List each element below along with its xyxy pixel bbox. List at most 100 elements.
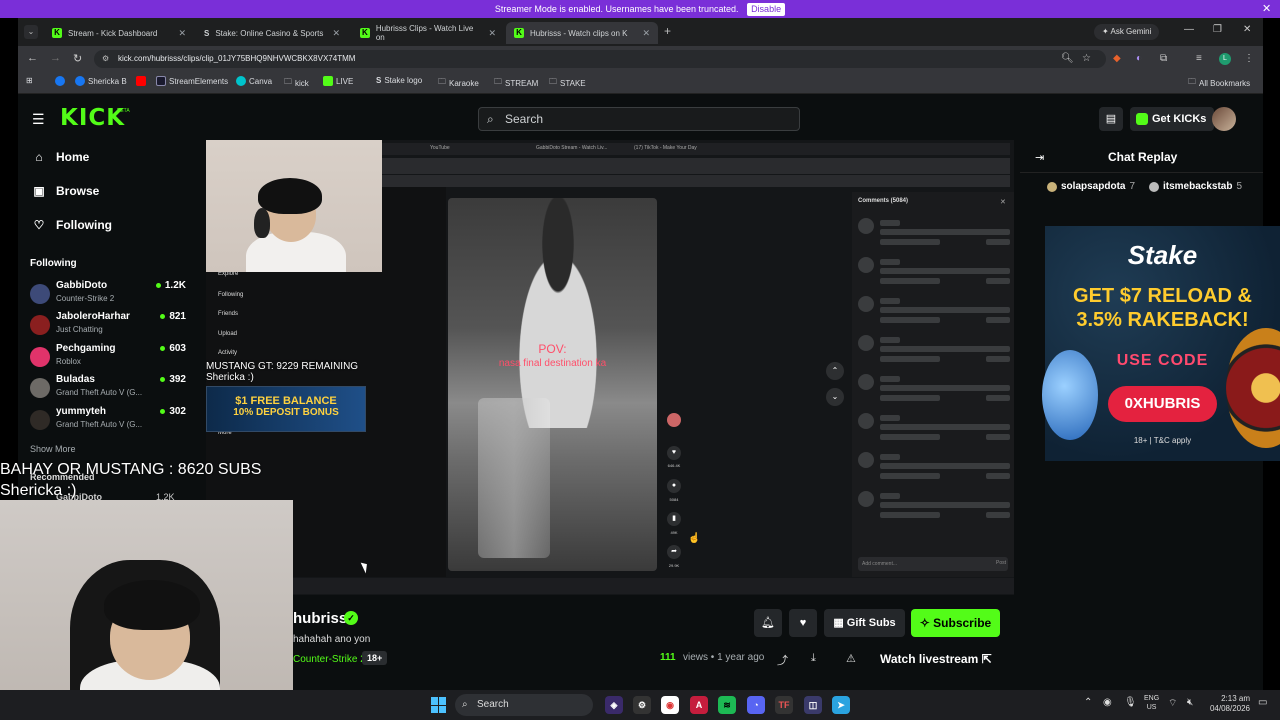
extension-icon[interactable]: ◐ — [1136, 53, 1142, 64]
gifter-count: 7 — [1129, 181, 1136, 192]
folder-icon: 🗀 — [1188, 77, 1196, 86]
new-tab-icon[interactable]: + — [664, 24, 671, 38]
followed-channel[interactable]: GabbiDoto Counter-Strike 2 1.2K — [28, 280, 190, 310]
kick-logo[interactable]: KICK — [60, 105, 125, 131]
zoom-icon[interactable]: 🔍︎ — [1061, 53, 1074, 64]
channel-category: Grand Theft Auto V (G... — [56, 388, 143, 397]
hamburger-menu-icon[interactable]: ☰ — [32, 111, 45, 128]
close-tab-icon[interactable]: ✕ — [642, 28, 650, 39]
ad-headline-1: GET $7 RELOAD & — [1073, 285, 1252, 307]
bookmark-label: Canva — [249, 76, 273, 86]
app-icon[interactable]: ◫ — [804, 696, 822, 714]
apps-grid-icon[interactable]: ⊞ — [26, 76, 33, 85]
reload-icon[interactable]: ↻ — [73, 52, 82, 65]
bookmark-stream[interactable]: 🗀 STREAM — [494, 76, 538, 90]
network-icon[interactable]: ⌔ — [1168, 697, 1177, 710]
tab-stake[interactable]: S Stake: Online Casino & Sports ✕ — [196, 22, 348, 44]
collapse-chat-icon[interactable]: ⇥ — [1035, 151, 1044, 164]
minimize-icon[interactable]: — — [1184, 24, 1194, 35]
channel-category: Just Chatting — [56, 325, 103, 334]
share-icon[interactable]: ⤴ — [777, 652, 788, 668]
bookmark-label: Karaoke — [449, 78, 479, 88]
close-icon[interactable]: ✕ — [1262, 0, 1274, 18]
followed-channel[interactable]: yummyteh Grand Theft Auto V (G... 302 — [28, 406, 190, 436]
ad-headline-2: 3.5% RAKEBACK! — [1076, 309, 1249, 331]
app-icon[interactable]: A — [690, 696, 708, 714]
nav-browse[interactable]: ▣ Browse — [32, 184, 99, 198]
tab-kick-dashboard[interactable]: K Stream - Kick Dashboard ✕ — [44, 22, 194, 44]
language-indicator[interactable]: ENG US — [1144, 694, 1159, 712]
bookmark-youtube-icon[interactable] — [136, 76, 146, 86]
search-input[interactable]: ⌕ Search — [478, 107, 800, 131]
back-icon[interactable]: ← — [27, 52, 38, 64]
download-icon[interactable]: ⤓ — [811, 652, 816, 665]
windows-start-icon[interactable] — [431, 697, 447, 713]
user-avatar[interactable] — [1212, 107, 1236, 131]
tray-overflow-icon[interactable]: ⌃ — [1084, 697, 1092, 708]
close-tab-icon[interactable]: ✕ — [332, 28, 340, 39]
close-tab-icon[interactable]: ✕ — [488, 28, 496, 39]
comment-text-placeholder — [986, 356, 1010, 362]
reading-list-icon[interactable]: ≡ — [1196, 53, 1202, 64]
close-window-icon[interactable]: ✕ — [1243, 24, 1251, 35]
watch-livestream-link[interactable]: Watch livestream ⇱ — [880, 652, 992, 666]
ask-gemini-button[interactable]: ✦ Ask Gemini — [1094, 24, 1160, 40]
bookmark-facebook-icon[interactable] — [55, 76, 65, 86]
tab-hubrisss-clip-active[interactable]: K Hubrisss - Watch clips on K ✕ — [506, 22, 658, 44]
notifications-icon[interactable]: ▭ — [1258, 697, 1267, 708]
get-kicks-button[interactable]: Get KICKs — [1130, 107, 1215, 131]
bookmark-canva[interactable]: Canva — [236, 76, 272, 86]
forward-icon[interactable]: → — [50, 52, 61, 64]
share-count: 29.9K — [668, 563, 680, 568]
tab-search-dropdown-icon[interactable]: ⌄ — [24, 25, 38, 39]
disable-streamer-mode-button[interactable]: Disable — [747, 3, 786, 16]
channel-name: GabbiDoto — [56, 280, 108, 291]
address-bar[interactable]: ⚙ kick.com/hubrisss/clips/clip_01JY75BHQ… — [94, 50, 1106, 68]
settings-icon[interactable]: ⚙ — [633, 696, 651, 714]
followed-channel[interactable]: Buladas Grand Theft Auto V (G... 392 — [28, 374, 190, 404]
notification-bell-icon[interactable]: 🔔︎ — [754, 609, 782, 637]
chrome-icon[interactable]: ◉ — [661, 696, 679, 714]
bookmark-kick-folder[interactable]: 🗀 kick — [284, 76, 309, 90]
tray-app-icon[interactable]: ◉ — [1103, 697, 1112, 708]
close-tab-icon[interactable]: ✕ — [178, 28, 186, 39]
followed-channel[interactable]: Pechgaming Roblox 603 — [28, 343, 190, 373]
telegram-icon[interactable]: ➤ — [832, 696, 850, 714]
taskbar-search[interactable]: ⌕ Search — [455, 694, 593, 716]
bookmark-stake-logo[interactable]: S Stake logo — [376, 76, 422, 85]
tab-hubrisss-clips[interactable]: K Hubrisss Clips - Watch Live on ✕ — [352, 22, 504, 44]
extensions-puzzle-icon[interactable]: ⧉ — [1160, 53, 1167, 64]
taskbar-clock[interactable]: 2:13 am 04/08/2026 — [1208, 694, 1250, 714]
discord-icon[interactable]: ◔ — [747, 696, 765, 714]
comment-avatar-placeholder — [858, 491, 874, 507]
site-info-icon[interactable]: ⚙ — [102, 50, 109, 68]
followed-channel[interactable]: JaboleroHarhar Just Chatting 821 — [28, 311, 190, 341]
report-icon[interactable]: ⚠ — [846, 652, 856, 665]
maximize-icon[interactable]: ❐ — [1213, 24, 1222, 35]
library-icon[interactable]: ▤ — [1099, 107, 1123, 131]
app-icon[interactable]: ◈ — [605, 696, 623, 714]
nav-home[interactable]: ⌂ Home — [32, 150, 89, 164]
ad-promo-code[interactable]: 0XHUBRIS — [1108, 386, 1217, 422]
profile-avatar[interactable]: L — [1219, 53, 1231, 65]
show-more-link[interactable]: Show More — [30, 444, 76, 454]
bookmark-shericka[interactable]: Shericka B — [75, 76, 127, 86]
follow-heart-icon[interactable]: ♥ — [789, 609, 817, 637]
star-icon[interactable]: ☆ — [1082, 53, 1091, 64]
all-bookmarks[interactable]: 🗀 All Bookmarks — [1188, 76, 1250, 90]
spotify-icon[interactable]: ≋ — [718, 696, 736, 714]
microphone-icon[interactable]: 🎙︎ — [1124, 697, 1137, 708]
bookmark-live[interactable]: LIVE — [323, 76, 353, 86]
bookmark-karaoke[interactable]: 🗀 Karaoke — [438, 76, 479, 90]
viewer-count: 1.2K — [156, 280, 186, 291]
gift-subs-button[interactable]: ▦ Gift Subs — [824, 609, 905, 637]
nav-following[interactable]: ♡ Following — [32, 218, 112, 232]
menu-icon[interactable]: ⋮ — [1244, 53, 1254, 64]
extension-icon[interactable]: ◆ — [1113, 53, 1121, 64]
bookmark-streamelements[interactable]: StreamElements — [156, 76, 228, 86]
category-link[interactable]: Counter-Strike 2 — [293, 654, 366, 665]
volume-icon[interactable]: 🔇︎ — [1187, 697, 1193, 708]
bookmark-stake[interactable]: 🗀 STAKE — [549, 76, 586, 90]
subscribe-button[interactable]: ✧ Subscribe — [911, 609, 1000, 637]
app-icon[interactable]: TF — [775, 696, 793, 714]
